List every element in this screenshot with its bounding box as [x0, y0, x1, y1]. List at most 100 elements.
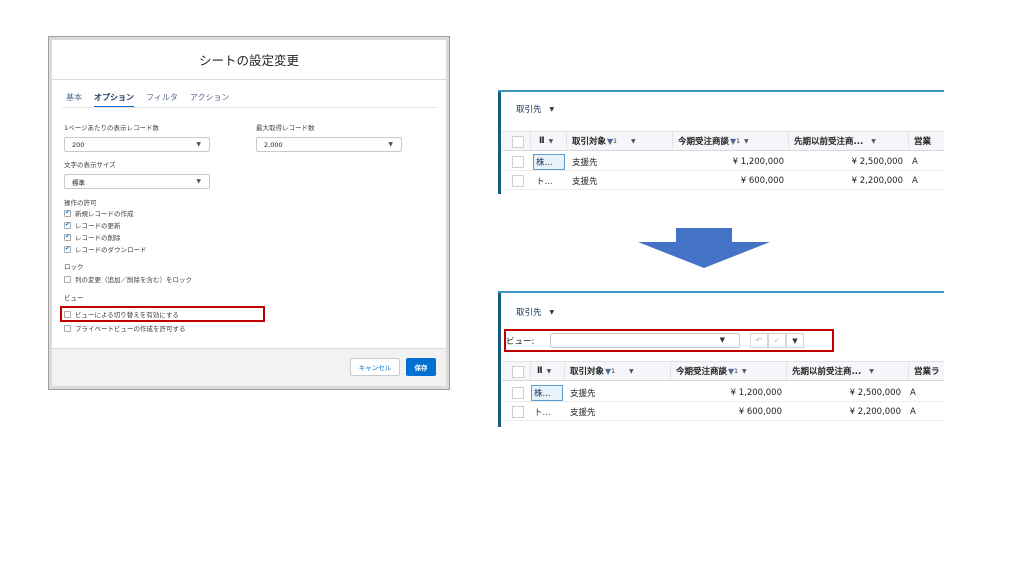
cell-name[interactable]: 株... — [531, 385, 563, 401]
select-all-checkbox[interactable] — [512, 366, 524, 378]
column-header-type[interactable]: 取引対象 ▼ 1 ▼ — [564, 362, 670, 380]
max-records-select[interactable]: 2,000 ▼ — [256, 137, 402, 152]
cell-extra[interactable]: A — [910, 403, 916, 420]
cell-name[interactable]: 株... — [533, 154, 565, 170]
checkbox-checked-icon[interactable]: ✔ — [64, 233, 71, 241]
checkbox-icon[interactable] — [64, 324, 71, 332]
table-row[interactable]: 株... 支援先 ¥ 1,200,000 ¥ 2,500,000 A — [502, 384, 944, 402]
save-button[interactable]: 保存 — [406, 358, 436, 376]
cancel-button[interactable]: キャンセル — [350, 358, 400, 376]
tab-basic[interactable]: 基本 — [66, 92, 82, 108]
column-resize-icon: Ⅱ — [537, 366, 543, 376]
tab-filter[interactable]: フィルタ — [146, 92, 178, 108]
permission-delete[interactable]: ✔ レコードの削除 — [64, 232, 121, 242]
records-per-page-select[interactable]: 200 ▼ — [64, 137, 210, 152]
chevron-down-icon[interactable]: ▼ — [742, 368, 747, 375]
chevron-down-icon[interactable]: ▼ — [869, 368, 874, 375]
permission-label: レコードの更新 — [75, 222, 121, 230]
filter-count: 1 — [734, 367, 738, 375]
chevron-down-icon[interactable]: ▼ — [631, 138, 636, 145]
grid-after: 取引先 ▼ ビュー: ▼ ↶ ✓ ▼ Ⅱ ▼ 取引対象 ▼ 1 ▼ 今期受注商談 ▼… — [498, 291, 944, 427]
column-header-extra[interactable]: 営業ラ — [908, 362, 946, 380]
lock-columns-option[interactable]: 列の変更（追加／削除を含む）をロック — [64, 274, 192, 284]
chevron-down-icon[interactable]: ▼ — [744, 138, 749, 145]
column-label: 取引対象 — [572, 137, 607, 147]
tab-options[interactable]: オプション — [94, 92, 134, 108]
column-label: 先期以前受注商... — [792, 367, 862, 377]
cell-current[interactable]: ¥ 600,000 — [670, 403, 782, 420]
checkbox-checked-icon[interactable]: ✔ — [64, 245, 71, 253]
dialog-title: シートの設定変更 — [52, 40, 446, 80]
chevron-down-icon: ▼ — [549, 105, 555, 113]
checkbox-checked-icon[interactable]: ✔ — [64, 209, 71, 217]
max-records-label: 最大取得レコード数 — [256, 124, 315, 132]
undo-button[interactable]: ↶ — [750, 333, 768, 348]
object-picker[interactable]: 取引先 ▼ — [516, 103, 554, 115]
cell-type[interactable]: 支援先 — [572, 153, 598, 170]
column-header-previous[interactable]: 先期以前受注商... ▼ — [788, 132, 908, 150]
chevron-down-icon[interactable]: ▼ — [547, 368, 552, 375]
chevron-down-icon: ▼ — [792, 336, 798, 345]
object-name: 取引先 — [516, 308, 542, 318]
chevron-down-icon: ▼ — [719, 336, 725, 344]
cell-previous[interactable]: ¥ 2,500,000 — [786, 384, 901, 401]
column-header-current[interactable]: 今期受注商談 ▼ 1 ▼ — [670, 362, 786, 380]
grid-left-bar — [498, 293, 501, 427]
cell-previous[interactable]: ¥ 2,200,000 — [786, 403, 901, 420]
column-label: 今期受注商談 — [676, 367, 728, 377]
checkbox-checked-icon[interactable]: ✔ — [64, 221, 71, 229]
column-header-previous[interactable]: 先期以前受注商... ▼ — [786, 362, 908, 380]
chevron-down-icon[interactable]: ▼ — [549, 138, 554, 145]
cell-previous[interactable]: ¥ 2,500,000 — [788, 153, 903, 170]
row-checkbox[interactable] — [512, 387, 524, 399]
checkbox-icon[interactable] — [64, 275, 71, 283]
permission-download[interactable]: ✔ レコードのダウンロード — [64, 244, 147, 254]
cell-type[interactable]: 支援先 — [572, 172, 598, 189]
column-label: 先期以前受注商... — [794, 137, 864, 147]
column-header-extra[interactable]: 営業 — [908, 132, 946, 150]
chevron-down-icon[interactable]: ▼ — [629, 368, 634, 375]
cell-name[interactable]: ト... — [534, 403, 551, 420]
cell-type[interactable]: 支援先 — [570, 384, 596, 401]
table-row[interactable]: ト... 支援先 ¥ 600,000 ¥ 2,200,000 A — [502, 403, 944, 421]
permission-label: 新規レコードの作成 — [75, 210, 134, 218]
table-row[interactable]: ト... 支援先 ¥ 600,000 ¥ 2,200,000 A — [502, 172, 944, 190]
view-menu-button[interactable]: ▼ — [786, 333, 804, 348]
down-arrow-icon — [638, 228, 770, 268]
tabs-divider — [62, 107, 436, 108]
cell-extra[interactable]: A — [910, 384, 916, 401]
object-name: 取引先 — [516, 105, 542, 115]
permission-update[interactable]: ✔ レコードの更新 — [64, 220, 121, 230]
column-header-current[interactable]: 今期受注商談 ▼ 1 ▼ — [672, 132, 788, 150]
permission-label: レコードのダウンロード — [75, 246, 147, 254]
cell-name[interactable]: ト... — [536, 172, 553, 189]
cell-previous[interactable]: ¥ 2,200,000 — [788, 172, 903, 189]
select-all-checkbox[interactable] — [512, 136, 524, 148]
grid-before: 取引先 ▼ Ⅱ ▼ 取引対象 ▼ 1 ▼ 今期受注商談 ▼ 1 ▼ 先期以前受注商..… — [498, 90, 944, 194]
column-header-type[interactable]: 取引対象 ▼ 1 ▼ — [566, 132, 672, 150]
view-select[interactable]: ▼ — [550, 333, 740, 348]
chevron-down-icon[interactable]: ▼ — [871, 138, 876, 145]
chevron-down-icon: ▼ — [196, 141, 201, 148]
column-header-name[interactable]: Ⅱ ▼ — [530, 362, 564, 380]
row-checkbox[interactable] — [512, 406, 524, 418]
cell-current[interactable]: ¥ 1,200,000 — [670, 384, 782, 401]
tab-action[interactable]: アクション — [190, 92, 230, 108]
column-header-name[interactable]: Ⅱ ▼ — [530, 132, 566, 150]
apply-button[interactable]: ✓ — [768, 333, 786, 348]
cell-current[interactable]: ¥ 600,000 — [672, 172, 784, 189]
cell-extra[interactable]: A — [912, 153, 918, 170]
permission-create[interactable]: ✔ 新規レコードの作成 — [64, 208, 134, 218]
view-section-label: ビュー — [64, 294, 84, 302]
cell-type[interactable]: 支援先 — [570, 403, 596, 420]
highlight-box — [60, 306, 265, 322]
cell-extra[interactable]: A — [912, 172, 918, 189]
text-size-select[interactable]: 標準 ▼ — [64, 174, 210, 189]
table-row[interactable]: 株... 支援先 ¥ 1,200,000 ¥ 2,500,000 A — [502, 153, 944, 171]
chevron-down-icon: ▼ — [388, 141, 393, 148]
row-checkbox[interactable] — [512, 175, 524, 187]
cell-current[interactable]: ¥ 1,200,000 — [672, 153, 784, 170]
object-picker[interactable]: 取引先 ▼ — [516, 306, 554, 318]
allow-private-view-option[interactable]: プライベートビューの作成を許可する — [64, 323, 186, 333]
row-checkbox[interactable] — [512, 156, 524, 168]
